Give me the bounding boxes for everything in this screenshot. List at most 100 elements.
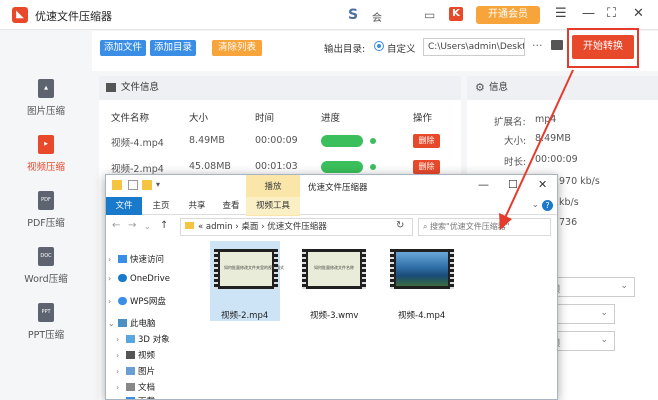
nav-item-pictures[interactable]: › 图片 (116, 365, 155, 377)
recent-dropdown-icon[interactable]: ⌄ (144, 222, 151, 231)
info-panel-title: 信息 (489, 82, 509, 93)
file-name-label[interactable]: 视频-3.wmv (310, 309, 358, 321)
sidebar-item-ppt[interactable]: PPT PPT压缩 (0, 303, 92, 353)
add-folder-button[interactable]: 添加目录 (150, 40, 197, 56)
sidebar: ▲ 图片压缩 ▶ 视频压缩 PDF PDF压缩 DOC Word压缩 PPT P… (0, 31, 92, 400)
back-icon[interactable]: ← (112, 220, 120, 231)
nav-item-3d[interactable]: › 3D 对象 (116, 333, 170, 345)
app-logo-icon: ◣ (12, 7, 28, 23)
nav-item-videos[interactable]: › 视频 (116, 349, 155, 361)
open-folder-icon[interactable] (551, 40, 563, 50)
nav-item-wps[interactable]: › WPS网盘 (108, 295, 166, 307)
collapse-arrow-icon[interactable]: ⌄ (108, 319, 118, 328)
tab-play[interactable]: 播放 (246, 180, 300, 192)
nav-label: WPS网盘 (130, 297, 166, 307)
custom-radio-label[interactable]: 自定义 (387, 41, 416, 55)
start-convert-button[interactable]: 开始转换 (572, 35, 634, 59)
file-explorer-window: ▾ 播放 优速文件压缩器 — ☐ ✕ 文件 主页 共享 查看 视频工具 ⌄ ? … (105, 174, 558, 400)
custom-radio[interactable] (374, 41, 384, 51)
nav-label: 此电脑 (130, 319, 156, 329)
output-path-field[interactable]: C:\Users\admin\Deskto (423, 38, 525, 56)
expand-arrow-icon[interactable]: › (116, 351, 126, 360)
film-strip-edge (274, 249, 278, 289)
video-folder-icon (126, 351, 135, 359)
breadcrumb-overflow[interactable]: « (198, 222, 203, 232)
help-icon[interactable]: ? (542, 200, 553, 211)
breadcrumb-current[interactable]: 优速文件压缩器 (267, 222, 327, 232)
coast-thumbnail (396, 252, 448, 286)
meeting-label[interactable]: 会 (372, 9, 382, 24)
expand-arrow-icon[interactable]: › (116, 335, 126, 344)
info-duration-label: 时长: (504, 157, 527, 168)
up-icon[interactable]: ↑ (160, 220, 168, 231)
file-name-label[interactable]: 视频-4.mp4 (398, 309, 445, 321)
expand-arrow-icon[interactable]: › (108, 274, 118, 283)
col-name: 文件名称 (111, 113, 150, 124)
file-name-label[interactable]: 视频-2.mp4 (221, 309, 268, 321)
nav-item-downloads[interactable]: › 下载 (116, 395, 155, 399)
video-thumbnail[interactable]: 如何批量修改文件夹里的视频格式 (214, 249, 284, 289)
delete-button[interactable]: 删除 (413, 160, 440, 174)
file-list-area: 如何批量修改文件夹里的视频格式 视频-2.mp4 如何批量修改文件名称 视频-3… (202, 239, 557, 399)
film-strip-edge (214, 249, 218, 289)
sidebar-item-video[interactable]: ▶ 视频压缩 (0, 135, 92, 185)
breadcrumb-admin[interactable]: admin (206, 222, 233, 232)
address-field[interactable]: « admin › 桌面 › 优速文件压缩器 (180, 218, 413, 236)
nav-label: 快速访问 (130, 255, 165, 265)
sidebar-item-image[interactable]: ▲ 图片压缩 (0, 79, 92, 129)
nav-item-documents[interactable]: › 文档 (116, 381, 155, 393)
tab-home[interactable]: 主页 (146, 197, 176, 215)
folder-icon (185, 222, 194, 229)
k-badge-icon[interactable]: K (449, 7, 463, 21)
file-name: 视频-2.mp4 (111, 164, 164, 175)
video-thumbnail[interactable] (390, 249, 454, 289)
breadcrumb-desktop[interactable]: 桌面 (241, 222, 258, 232)
vip-button[interactable]: 开通会员 (476, 6, 540, 24)
close-icon[interactable]: ✕ (633, 6, 644, 21)
star-icon (118, 255, 127, 263)
tab-video-tools[interactable]: 视频工具 (246, 197, 300, 215)
chevron-down-icon[interactable]: ⌄ (531, 200, 539, 210)
clear-list-button[interactable]: 清除列表 (212, 40, 263, 56)
add-file-button[interactable]: 添加文件 (100, 40, 147, 56)
quick-access-dropdown-icon[interactable]: ▾ (156, 180, 164, 190)
expand-arrow-icon[interactable]: › (108, 255, 118, 264)
video-thumbnail[interactable]: 如何批量修改文件名称 (302, 249, 366, 289)
search-input[interactable]: ⌕ 搜索"优速文件压缩器" (418, 218, 551, 236)
minimize-icon[interactable]: — (582, 6, 595, 21)
breadcrumb-sep: › (261, 222, 265, 232)
minimize-icon[interactable]: — (478, 178, 489, 191)
nav-item-onedrive[interactable]: › OneDrive (108, 274, 170, 284)
table-row[interactable]: 视频-4.mp4 8.49MB 00:00:09 删除 (99, 128, 461, 154)
browse-button[interactable]: ··· (532, 39, 543, 52)
menu-icon[interactable]: ☰ (555, 6, 567, 21)
sidebar-item-pdf[interactable]: PDF PDF压缩 (0, 191, 92, 241)
maximize-icon[interactable]: ☐ (508, 178, 518, 191)
col-action: 操作 (413, 113, 433, 124)
quality-select[interactable]: ⌄ (555, 304, 615, 324)
forward-icon[interactable]: → (128, 220, 136, 231)
nav-item-this-pc[interactable]: ⌄ 此电脑 (108, 317, 156, 329)
monitor-icon[interactable]: ▭ (424, 8, 435, 22)
tab-share[interactable]: 共享 (182, 197, 212, 215)
tab-file[interactable]: 文件 (106, 197, 142, 215)
title-bar: ◣ 优速文件压缩器 S 会 ▭ K 开通会员 ☰ — ⛶ ✕ (0, 0, 658, 30)
refresh-icon[interactable]: ↻ (396, 220, 404, 231)
col-size: 大小 (189, 113, 209, 124)
expand-arrow-icon[interactable]: › (108, 297, 118, 306)
expand-arrow-icon[interactable]: › (116, 397, 126, 399)
close-icon[interactable]: ✕ (538, 178, 547, 191)
expand-arrow-icon[interactable]: › (116, 383, 126, 392)
sidebar-item-word[interactable]: DOC Word压缩 (0, 247, 92, 297)
meeting-logo-icon[interactable]: S (348, 7, 358, 23)
maximize-icon[interactable]: ⛶ (607, 6, 616, 21)
navigation-pane: › 快速访问 › OneDrive › WPS网盘 ⌄ 此电脑 › 3D 对象 › 视频 ›… (106, 239, 201, 399)
sidebar-item-label: PPT压缩 (27, 330, 65, 341)
delete-button[interactable]: 删除 (413, 134, 440, 148)
new-folder-icon[interactable] (142, 180, 152, 190)
nav-item-quick-access[interactable]: › 快速访问 (108, 253, 164, 265)
tab-view[interactable]: 查看 (216, 197, 246, 215)
properties-icon[interactable] (128, 180, 138, 190)
breadcrumb-sep: › (235, 222, 239, 232)
expand-arrow-icon[interactable]: › (116, 367, 126, 376)
